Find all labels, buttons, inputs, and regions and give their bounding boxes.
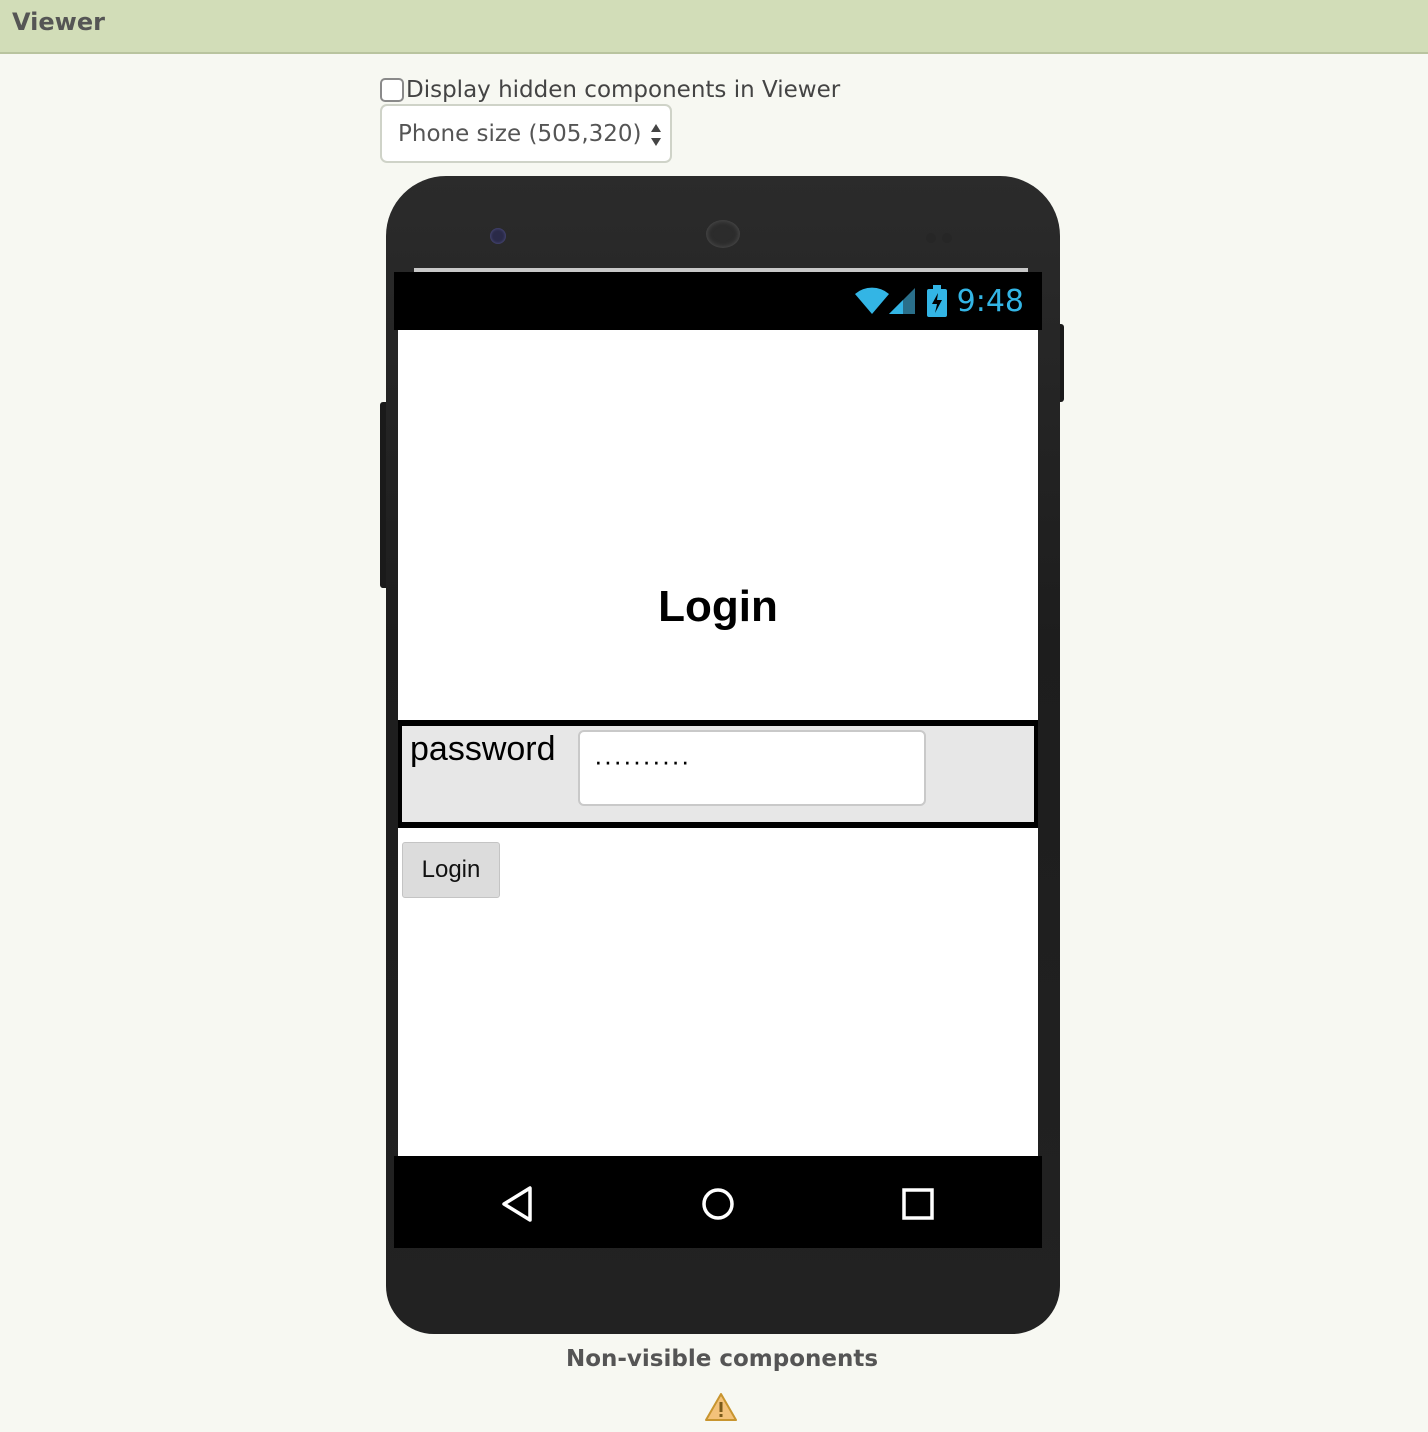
password-label: password <box>410 730 556 768</box>
sensor-dots-icon <box>926 228 960 243</box>
android-nav-bar <box>394 1156 1042 1248</box>
password-arrangement: password ·········· <box>398 720 1038 828</box>
login-title-label: Login <box>658 582 778 631</box>
warning-icon <box>705 1393 737 1421</box>
viewer-header: Viewer <box>0 0 1428 54</box>
display-hidden-row[interactable]: Display hidden components in Viewer <box>380 76 840 104</box>
signal-icon <box>888 288 915 314</box>
non-visible-components-title: Non-visible components <box>565 1346 879 1372</box>
status-bar: 9:48 <box>394 272 1042 330</box>
status-time: 9:48 <box>956 283 1024 319</box>
viewer-title: Viewer <box>12 8 105 36</box>
recents-icon[interactable] <box>898 1184 938 1224</box>
select-arrows-icon <box>651 124 661 146</box>
display-hidden-checkbox[interactable] <box>380 78 404 102</box>
display-hidden-label[interactable]: Display hidden components in Viewer <box>406 77 840 103</box>
app-screen: Login password ·········· Login <box>398 330 1038 1156</box>
battery-icon <box>926 285 947 317</box>
back-icon[interactable] <box>498 1184 538 1224</box>
phone-size-value: Phone size (505,320) <box>398 120 642 147</box>
password-textbox[interactable]: ·········· <box>578 730 926 806</box>
earpiece-speaker-icon <box>706 220 740 248</box>
front-camera-icon <box>490 228 506 244</box>
login-button[interactable]: Login <box>402 842 500 898</box>
phone-size-select[interactable]: Phone size (505,320) <box>380 104 672 163</box>
wifi-icon <box>854 287 889 314</box>
home-icon[interactable] <box>698 1184 738 1224</box>
